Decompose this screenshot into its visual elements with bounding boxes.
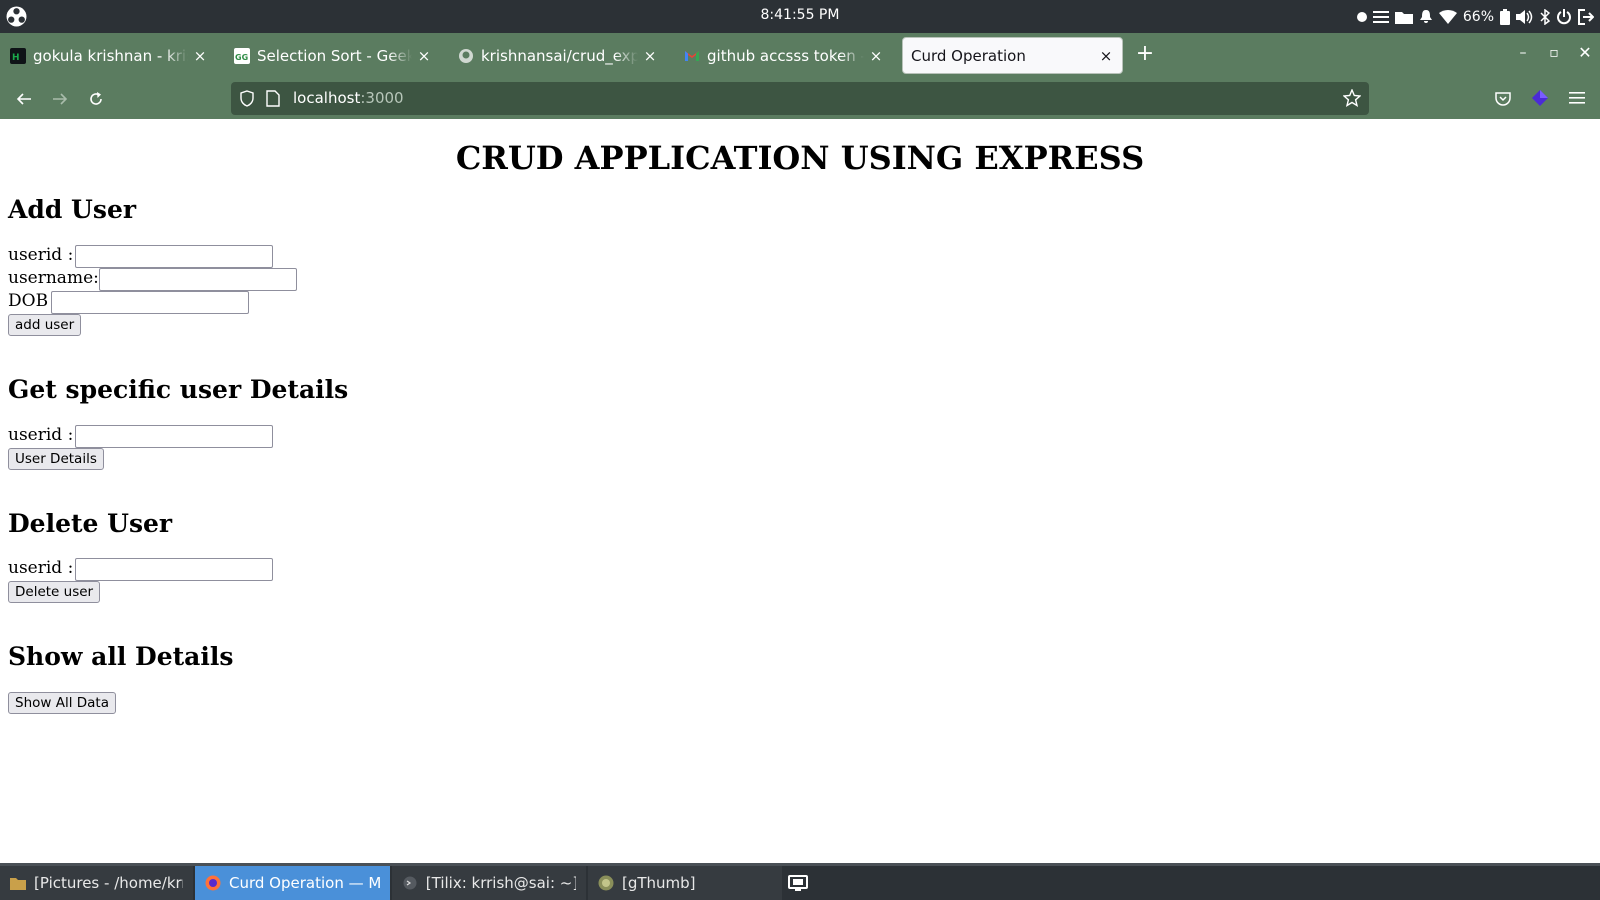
show-all-heading: Show all Details bbox=[8, 642, 234, 671]
delete-userid-input[interactable] bbox=[75, 558, 273, 581]
gthumb-icon bbox=[598, 875, 614, 891]
reload-button[interactable] bbox=[83, 86, 109, 112]
add-username-label: username: bbox=[8, 268, 99, 288]
system-top-bar: 8:41:55 PM 66% bbox=[0, 0, 1600, 33]
delete-userid-label: userid : bbox=[8, 558, 74, 578]
taskbar-item-label: Curd Operation — Mozilla Firefox bbox=[229, 874, 380, 892]
power-icon[interactable] bbox=[1556, 6, 1572, 27]
url-port: :3000 bbox=[360, 89, 404, 107]
show-all-data-button[interactable]: Show All Data bbox=[8, 692, 116, 714]
add-user-button[interactable]: add user bbox=[8, 314, 82, 336]
forward-button[interactable] bbox=[47, 86, 73, 112]
taskbar-item-gthumb[interactable]: [gThumb] bbox=[588, 866, 782, 900]
page-icon[interactable] bbox=[266, 90, 280, 107]
add-dob-label: DOB bbox=[8, 291, 49, 311]
taskbar-item-tilix[interactable]: [Tilix: krrish@sai: ~] bbox=[392, 866, 586, 900]
tab-curd-operation[interactable]: Curd Operation × bbox=[902, 37, 1123, 74]
bell-icon[interactable] bbox=[1419, 6, 1433, 27]
back-button[interactable] bbox=[11, 86, 37, 112]
tab-geeksforgeeks[interactable]: GG Selection Sort - GeeksforGeeks × bbox=[226, 37, 440, 74]
shield-icon[interactable] bbox=[239, 90, 255, 107]
geeksforgeeks-icon: GG bbox=[234, 47, 250, 64]
battery-icon[interactable] bbox=[1500, 6, 1510, 27]
web-page-content: CRUD APPLICATION USING EXPRESS Add User … bbox=[0, 119, 1600, 863]
github-icon bbox=[458, 48, 474, 64]
close-icon[interactable]: × bbox=[1098, 47, 1114, 65]
firefox-icon bbox=[205, 875, 221, 891]
get-userid-input[interactable] bbox=[75, 425, 273, 448]
tab-label: Curd Operation bbox=[911, 46, 1026, 65]
app-menu-button[interactable] bbox=[1566, 87, 1588, 109]
forward-arrow-icon bbox=[53, 93, 68, 105]
minimize-icon[interactable]: – bbox=[1514, 44, 1532, 62]
extension-diamond-icon bbox=[1532, 90, 1548, 106]
pocket-icon bbox=[1495, 91, 1511, 106]
pocket-button[interactable] bbox=[1492, 87, 1514, 109]
browser-tab-strip: H gokula krishnan - krishnansai × GG Sel… bbox=[0, 33, 1600, 78]
svg-text:H: H bbox=[12, 53, 20, 63]
folder-icon bbox=[10, 875, 26, 891]
bookmark-star-icon[interactable] bbox=[1343, 89, 1361, 107]
battery-percent[interactable]: 66% bbox=[1463, 6, 1494, 27]
tab-label: github accsss token - Google bbox=[707, 46, 864, 65]
add-userid-label: userid : bbox=[8, 245, 74, 265]
show-desktop-icon[interactable] bbox=[788, 873, 808, 893]
taskbar-item-firefox[interactable]: Curd Operation — Mozilla Firefox bbox=[195, 866, 390, 900]
tab-gmail[interactable]: github accsss token - Google × bbox=[676, 37, 892, 74]
add-dob-input[interactable] bbox=[51, 291, 249, 314]
close-icon[interactable]: × bbox=[868, 47, 884, 65]
get-user-heading: Get specific user Details bbox=[8, 375, 349, 404]
browser-nav-toolbar: localhost:3000 bbox=[0, 78, 1600, 119]
taskbar-item-label: [gThumb] bbox=[622, 874, 696, 892]
tab-label: gokula krishnan - krishnansai bbox=[33, 46, 188, 65]
menu-lines-icon[interactable] bbox=[1372, 6, 1389, 27]
record-dot-icon[interactable] bbox=[1356, 6, 1367, 27]
close-icon[interactable]: × bbox=[416, 47, 432, 65]
new-tab-button[interactable]: + bbox=[1134, 43, 1156, 67]
window-close-icon[interactable]: ✕ bbox=[1576, 44, 1594, 62]
maximize-icon[interactable]: ▫ bbox=[1545, 44, 1563, 62]
svg-text:GG: GG bbox=[235, 53, 248, 62]
terminal-icon bbox=[402, 875, 418, 891]
logout-icon[interactable] bbox=[1578, 6, 1594, 27]
hamburger-menu-icon bbox=[1569, 92, 1585, 104]
gmail-icon bbox=[684, 48, 700, 64]
hackerrank-icon: H bbox=[10, 47, 26, 64]
close-icon[interactable]: × bbox=[642, 47, 658, 65]
os-taskbar: [Pictures - /home/krrish/Pictures] Curd … bbox=[0, 863, 1600, 900]
tab-label: Selection Sort - GeeksforGeeks bbox=[257, 46, 412, 65]
url-bar[interactable]: localhost:3000 bbox=[231, 82, 1369, 115]
wifi-icon[interactable] bbox=[1438, 6, 1457, 27]
add-userid-input[interactable] bbox=[75, 245, 273, 268]
page-title: CRUD APPLICATION USING EXPRESS bbox=[455, 139, 1145, 177]
close-icon[interactable]: × bbox=[192, 47, 208, 65]
tab-hackerrank[interactable]: H gokula krishnan - krishnansai × bbox=[2, 37, 216, 74]
delete-user-heading: Delete User bbox=[8, 509, 173, 538]
add-user-heading: Add User bbox=[8, 195, 137, 224]
user-details-button[interactable]: User Details bbox=[8, 448, 104, 470]
bluetooth-icon[interactable] bbox=[1540, 6, 1550, 27]
back-arrow-icon bbox=[16, 93, 31, 105]
taskbar-item-pictures[interactable]: [Pictures - /home/krrish/Pictures] bbox=[0, 866, 193, 900]
system-tray: 66% bbox=[1356, 6, 1594, 27]
volume-icon[interactable] bbox=[1516, 6, 1534, 27]
reload-icon bbox=[90, 92, 102, 105]
folder-icon[interactable] bbox=[1394, 6, 1413, 27]
get-userid-label: userid : bbox=[8, 425, 74, 445]
delete-user-button[interactable]: Delete user bbox=[8, 581, 101, 603]
taskbar-item-label: [Tilix: krrish@sai: ~] bbox=[425, 874, 576, 892]
tab-label: krishnansai/crud_express bbox=[481, 46, 638, 65]
tab-github-repo[interactable]: krishnansai/crud_express × bbox=[450, 37, 666, 74]
url-text[interactable]: localhost:3000 bbox=[293, 89, 404, 107]
taskbar-item-label: [Pictures - /home/krrish/Pictures] bbox=[34, 874, 183, 892]
url-host: localhost bbox=[293, 89, 361, 107]
add-username-input[interactable] bbox=[99, 268, 297, 291]
extension-button[interactable] bbox=[1529, 87, 1551, 109]
